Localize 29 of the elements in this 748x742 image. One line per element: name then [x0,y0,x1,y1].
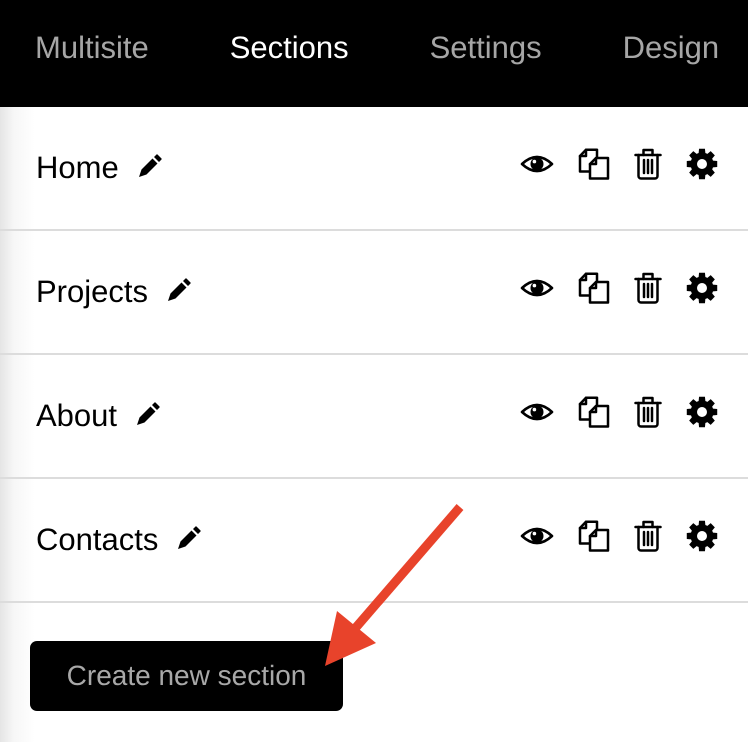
eye-icon[interactable] [520,153,554,175]
pencil-icon[interactable] [136,153,163,179]
copy-icon[interactable] [578,520,610,552]
settings-icon[interactable] [686,520,718,552]
section-name: Home [36,150,119,186]
trash-icon[interactable] [634,148,662,180]
settings-icon[interactable] [686,148,718,180]
copy-icon[interactable] [578,148,610,180]
settings-icon[interactable] [686,272,718,304]
copy-icon[interactable] [578,272,610,304]
settings-icon[interactable] [686,396,718,428]
eye-icon[interactable] [520,277,554,299]
pencil-icon[interactable] [176,525,202,551]
nav-tab[interactable]: Multisite [35,30,149,66]
eye-icon[interactable] [520,401,554,423]
nav-tab[interactable]: Sections [230,30,349,66]
nav-tab[interactable]: Design [622,30,720,66]
create-section-button[interactable]: Create new section [30,641,343,711]
pencil-icon[interactable] [166,277,192,303]
trash-icon[interactable] [634,396,662,428]
copy-icon[interactable] [578,396,610,428]
section-name: Projects [36,274,148,310]
nav-tab[interactable]: Settings [430,30,542,66]
trash-icon[interactable] [634,272,662,304]
pencil-icon[interactable] [135,401,162,427]
trash-icon[interactable] [634,520,662,552]
section-name: About [36,398,118,434]
section-name: Contacts [36,522,158,558]
eye-icon[interactable] [520,525,554,547]
